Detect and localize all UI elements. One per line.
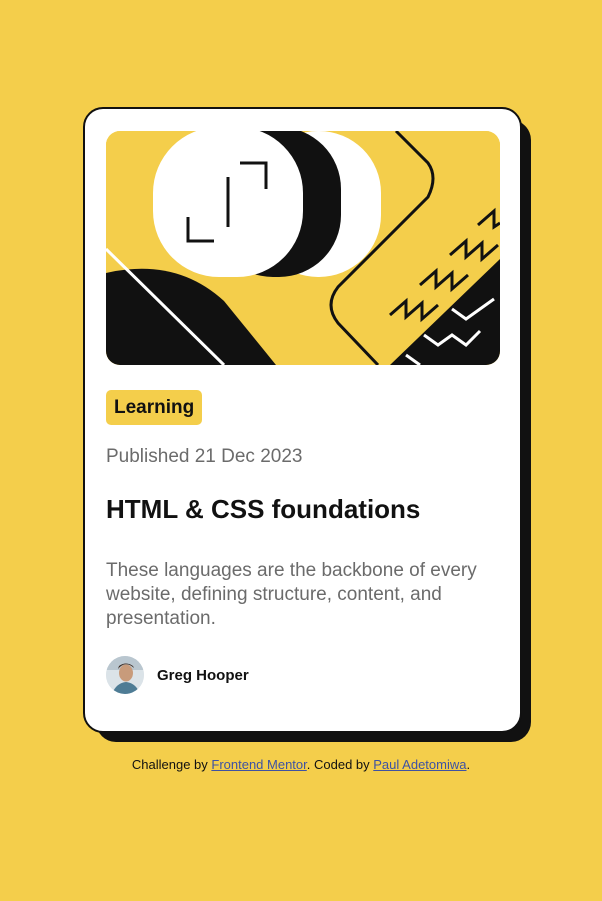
page: Learning Published 21 Dec 2023 HTML & CS… <box>0 0 602 901</box>
category-tag: Learning <box>106 390 203 425</box>
published-date: Published 21 Dec 2023 <box>106 446 303 467</box>
hero-illustration <box>106 131 500 365</box>
attribution-prefix: Challenge by <box>131 757 212 772</box>
hero-illustration-icon <box>106 131 500 365</box>
author-profile-link[interactable]: Paul Adetomiwa <box>373 757 466 772</box>
attribution: Challenge by Frontend Mentor. Coded by P… <box>0 757 602 772</box>
author: Greg Hooper <box>106 656 249 694</box>
card-description: These languages are the backbone of ever… <box>106 560 477 629</box>
author-avatar-icon <box>106 656 144 694</box>
attribution-suffix: . <box>466 757 471 772</box>
card-title[interactable]: HTML & CSS foundations <box>106 494 420 525</box>
avatar <box>106 656 144 694</box>
attribution-middle: . Coded by <box>306 757 374 772</box>
blog-preview-card: Learning Published 21 Dec 2023 HTML & CS… <box>83 107 522 733</box>
author-name: Greg Hooper <box>157 666 249 684</box>
frontend-mentor-link[interactable]: Frontend Mentor <box>211 757 306 772</box>
